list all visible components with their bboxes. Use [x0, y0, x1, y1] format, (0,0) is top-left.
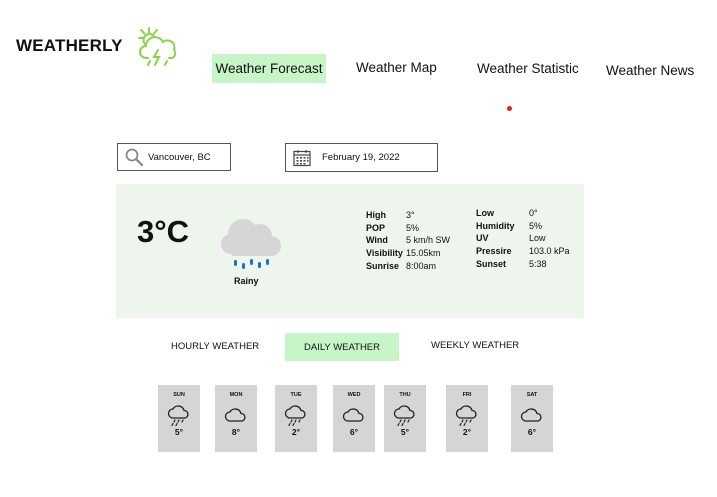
nav-weather-news[interactable]: Weather News	[606, 63, 694, 78]
tab-weekly-weather[interactable]: WEEKLY WEATHER	[431, 340, 519, 351]
rain-cloud-icon	[167, 405, 189, 426]
detail-label: Sunset	[476, 258, 507, 269]
calendar-icon[interactable]	[292, 148, 312, 168]
rain-cloud-icon	[455, 405, 477, 426]
details-left: High 3° POP 5% Wind 5 km/h SW Visibility 15.…	[366, 209, 450, 273]
detail-label: Pressire	[476, 246, 512, 257]
search-icon[interactable]	[124, 147, 144, 167]
day-name: TUE	[290, 392, 302, 398]
detail-label: Wind	[366, 235, 388, 246]
day-name: MON	[229, 392, 243, 398]
selected-date: February 19, 2022	[322, 152, 400, 163]
day-name: SAT	[526, 392, 538, 398]
search-input[interactable]	[148, 151, 228, 163]
day-temperature: 5°	[174, 427, 184, 437]
forecast-day-card[interactable]: THU 5°	[384, 385, 426, 452]
date-picker[interactable]: February 19, 2022	[285, 143, 438, 172]
detail-value: 5:38	[529, 258, 547, 269]
detail-high: High 3°	[366, 209, 450, 222]
detail-value: 3°	[406, 210, 415, 220]
tab-daily-weather[interactable]: DAILY WEATHER	[285, 333, 399, 361]
detail-value: Low	[529, 233, 546, 244]
detail-label: POP	[366, 222, 386, 233]
forecast-day-card[interactable]: TUE 2°	[275, 385, 317, 452]
day-name: THU	[399, 392, 411, 398]
detail-value: 15.05km	[406, 248, 441, 259]
detail-wind: Wind 5 km/h SW	[366, 234, 450, 247]
detail-value: 5 km/h SW	[406, 235, 451, 246]
detail-label: Low	[476, 208, 494, 218]
detail-label: UV	[476, 233, 489, 244]
day-temperature: 5°	[400, 427, 410, 437]
details-right: Low 0° Humidity 5% UV Low Pressire 103.0 kPa…	[476, 207, 570, 271]
detail-value: 5%	[406, 222, 420, 233]
detail-value: 8:00am	[406, 260, 437, 271]
detail-sunset: Sunset 5:38	[476, 258, 570, 271]
cloud-icon	[224, 408, 246, 422]
nav-weather-statistic[interactable]: Weather Statistic	[477, 61, 579, 76]
app-logo-text: WEATHERLY	[16, 36, 123, 55]
day-temperature: 2°	[462, 427, 472, 437]
detail-pop: POP 5%	[366, 222, 450, 235]
day-temperature: 2°	[291, 427, 301, 437]
forecast-day-card[interactable]: SAT 6°	[511, 385, 553, 452]
detail-humidity: Humidity 5%	[476, 220, 570, 233]
detail-value: 103.0 kPa	[529, 246, 570, 257]
tab-hourly-weather[interactable]: HOURLY WEATHER	[171, 341, 259, 352]
day-temperature: 6°	[349, 427, 359, 437]
detail-low: Low 0°	[476, 207, 570, 220]
day-name: FRI	[462, 392, 472, 398]
forecast-day-card[interactable]: FRI 2°	[446, 385, 488, 452]
detail-uv: UV Low	[476, 232, 570, 245]
detail-label: Humidity	[476, 220, 515, 231]
location-search[interactable]	[117, 143, 231, 171]
current-temperature: 3°C	[137, 214, 190, 249]
day-temperature: 6°	[527, 427, 537, 437]
day-name: WED	[347, 392, 361, 398]
day-temperature: 8°	[231, 427, 241, 437]
nav-weather-forecast[interactable]: Weather Forecast	[212, 54, 326, 83]
rain-cloud-icon	[393, 405, 415, 426]
detail-sunrise: Sunrise 8:00am	[366, 260, 450, 273]
cloud-icon	[520, 408, 542, 422]
day-name: SUN	[173, 392, 185, 398]
detail-value: 0°	[529, 208, 538, 218]
detail-pressure: Pressire 103.0 kPa	[476, 245, 570, 258]
detail-value: 5%	[529, 220, 543, 231]
rain-cloud-icon	[221, 219, 281, 269]
detail-label: Sunrise	[366, 260, 400, 271]
cloud-icon	[342, 408, 364, 422]
indicator-dot	[507, 106, 512, 111]
forecast-day-card[interactable]: SUN 5°	[158, 385, 200, 452]
thunder-cloud-icon	[138, 27, 177, 66]
nav-weather-map[interactable]: Weather Map	[356, 60, 437, 75]
detail-label: High	[366, 210, 386, 220]
rain-cloud-icon	[284, 405, 306, 426]
current-condition: Rainy	[234, 276, 259, 286]
detail-visibility: Visibility 15.05km	[366, 247, 450, 260]
forecast-day-card[interactable]: MON 8°	[215, 385, 257, 452]
detail-label: Visibility	[366, 248, 403, 259]
forecast-day-card[interactable]: WED 6°	[333, 385, 375, 452]
